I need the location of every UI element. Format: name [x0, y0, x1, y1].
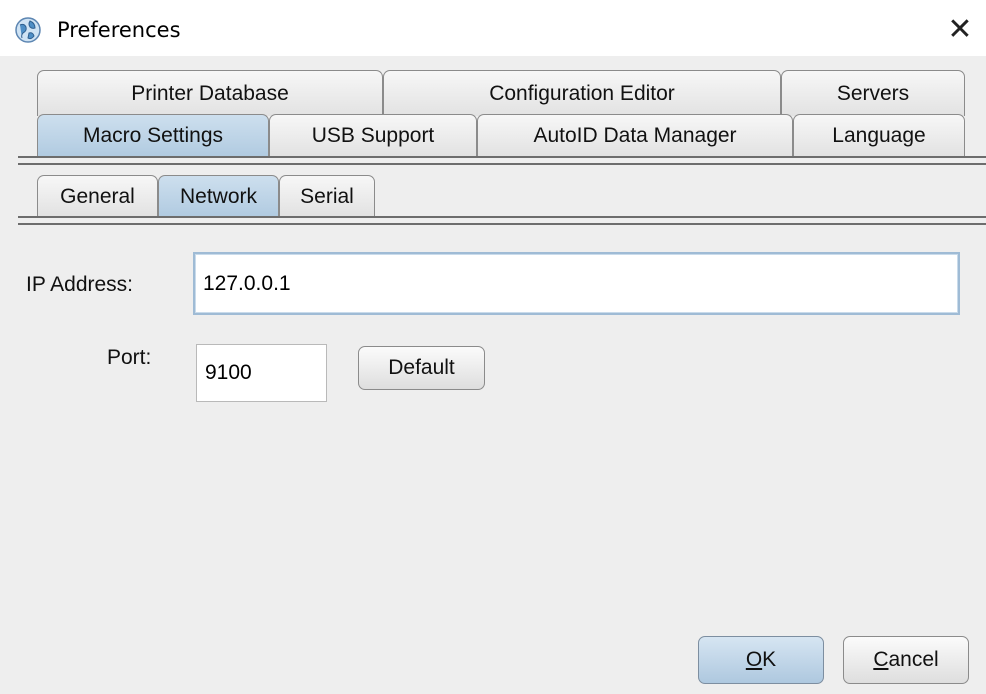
- ip-address-label: IP Address:: [26, 273, 134, 296]
- tab-macro-settings[interactable]: Macro Settings: [37, 114, 269, 156]
- tab-servers[interactable]: Servers: [781, 70, 965, 116]
- subtab-serial[interactable]: Serial: [279, 175, 375, 216]
- app-globe-icon: [15, 17, 41, 43]
- title-bar: Preferences ✕: [0, 0, 986, 56]
- cancel-label-rest: ancel: [888, 648, 939, 671]
- ok-button[interactable]: OK: [698, 636, 824, 684]
- subtab-network[interactable]: Network: [158, 175, 279, 216]
- cancel-button[interactable]: Cancel: [843, 636, 969, 684]
- close-icon[interactable]: ✕: [940, 10, 980, 50]
- window-title: Preferences: [57, 18, 181, 42]
- ok-label-rest: K: [762, 648, 777, 671]
- subtab-general[interactable]: General: [37, 175, 158, 216]
- port-label: Port:: [107, 346, 152, 369]
- default-button[interactable]: Default: [358, 346, 485, 390]
- subtab-strip-border: [18, 216, 986, 218]
- tab-printer-database[interactable]: Printer Database: [37, 70, 383, 116]
- tab-strip-border-inner: [18, 163, 986, 165]
- tab-configuration-editor[interactable]: Configuration Editor: [383, 70, 781, 116]
- ok-mnemonic: O: [745, 648, 763, 671]
- tab-usb-support[interactable]: USB Support: [269, 114, 477, 156]
- subtab-strip-border-inner: [18, 223, 986, 225]
- cancel-mnemonic: C: [873, 648, 889, 671]
- tab-language[interactable]: Language: [793, 114, 965, 156]
- tab-autoid-data-manager[interactable]: AutoID Data Manager: [477, 114, 793, 156]
- ip-address-input[interactable]: [193, 252, 960, 315]
- tab-strip-border: [18, 156, 986, 158]
- port-input[interactable]: [196, 344, 327, 402]
